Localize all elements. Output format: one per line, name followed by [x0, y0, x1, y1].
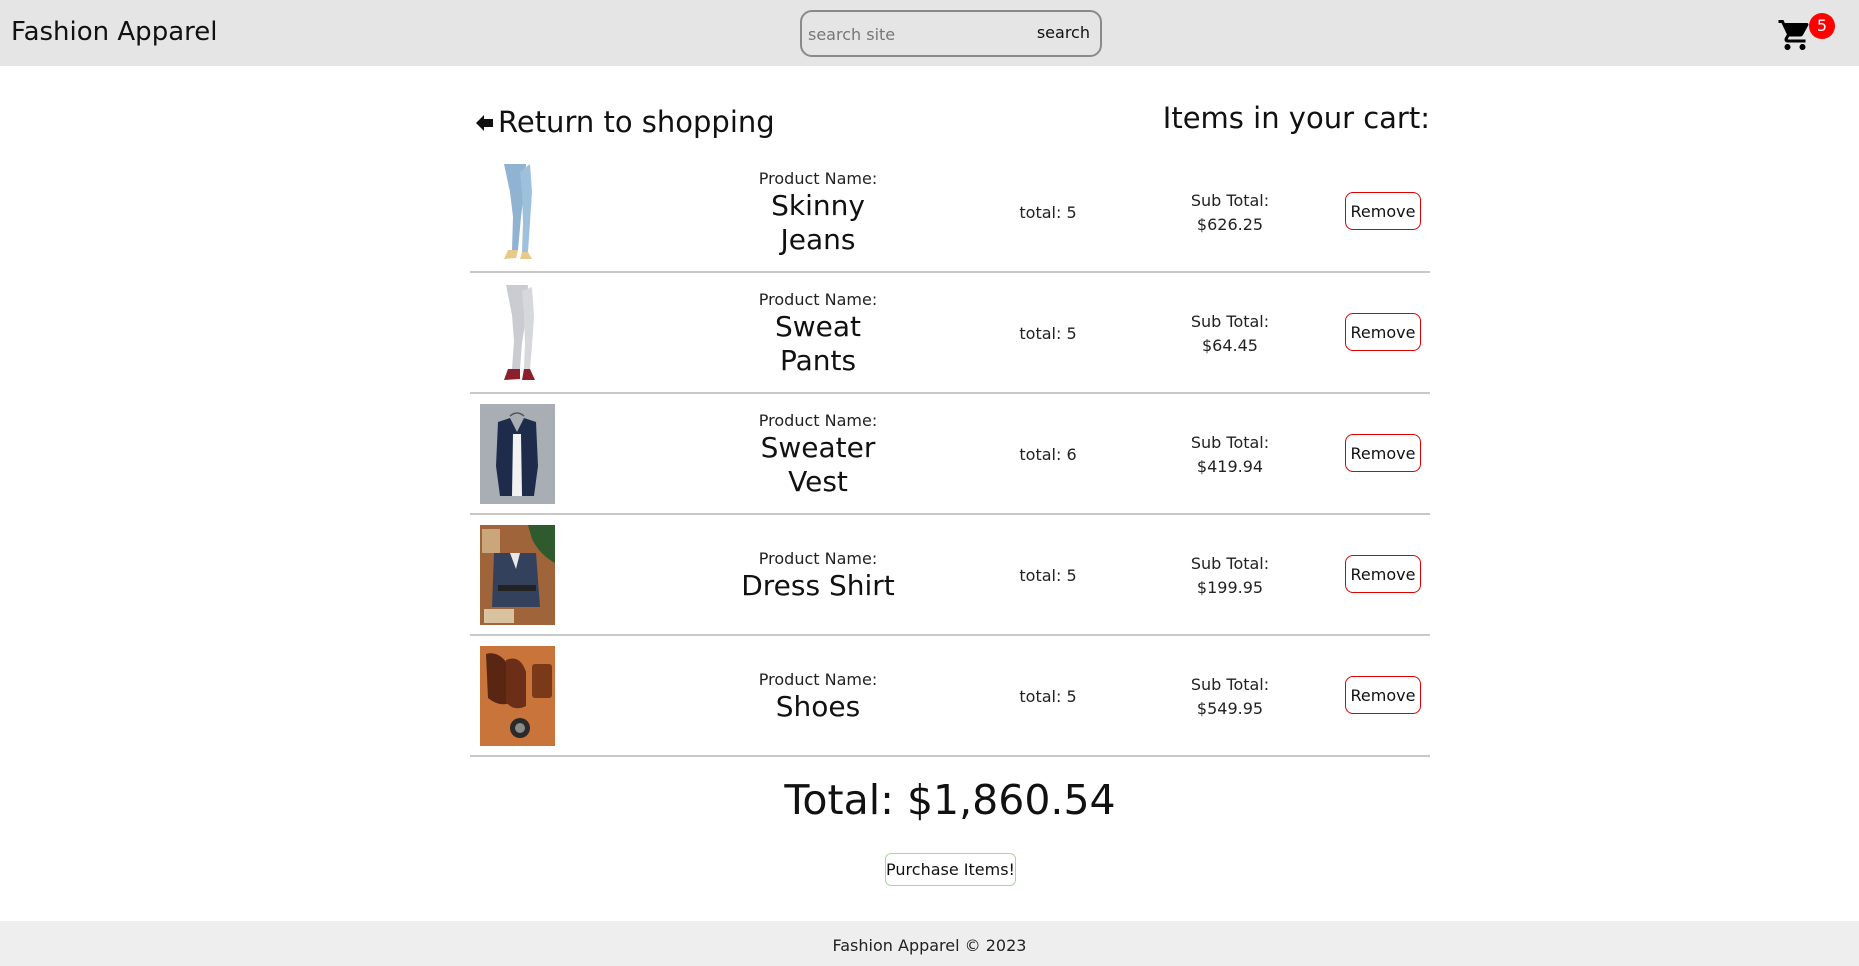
- product-name: Sweat Pants: [774, 309, 862, 377]
- sweater-vest-image: [480, 404, 555, 504]
- subtotal-label: Sub Total:: [1190, 674, 1270, 694]
- product-name: Skinny Jeans: [771, 188, 865, 256]
- remove-button[interactable]: Remove: [1345, 192, 1421, 230]
- product-name-label: Product Name:: [758, 168, 878, 188]
- subtotal-value: $419.94: [1196, 456, 1264, 476]
- subtotal-value: $626.25: [1196, 214, 1264, 234]
- arrow-left-icon: [476, 115, 493, 131]
- subtotal-label: Sub Total:: [1190, 311, 1270, 331]
- product-name: Shoes: [775, 689, 861, 723]
- subtotal-block: Sub Total: $549.95: [1140, 636, 1320, 757]
- subtotal-block: Sub Total: $64.45: [1140, 273, 1320, 394]
- remove-button[interactable]: Remove: [1345, 434, 1421, 472]
- cart-item-row: Product Name: Shoes total: 5 Sub Total: …: [470, 636, 1430, 757]
- cart-total: Total: $1,860.54: [784, 776, 1116, 824]
- remove-button[interactable]: Remove: [1345, 555, 1421, 593]
- return-label: Return to shopping: [498, 105, 775, 139]
- cart-item-row: Product Name: Skinny Jeans total: 5 Sub …: [470, 152, 1430, 273]
- product-name-block: Product Name: Dress Shirt: [686, 515, 950, 636]
- item-quantity: total: 5: [1019, 566, 1077, 585]
- purchase-button[interactable]: Purchase Items!: [885, 853, 1016, 886]
- cart-item-row: Product Name: Sweater Vest total: 6 Sub …: [470, 394, 1430, 515]
- search-input[interactable]: [808, 22, 1028, 46]
- subtotal-label: Sub Total:: [1190, 432, 1270, 452]
- product-name-block: Product Name: Skinny Jeans: [686, 152, 950, 273]
- product-name-block: Product Name: Sweater Vest: [686, 394, 950, 515]
- cart-count-badge: 5: [1809, 13, 1835, 39]
- skinny-jeans-image: [480, 162, 555, 262]
- sweat-pants-image: [480, 283, 555, 383]
- product-name-block: Product Name: Sweat Pants: [686, 273, 950, 394]
- subtotal-label: Sub Total:: [1190, 553, 1270, 573]
- subtotal-value: $64.45: [1202, 335, 1258, 355]
- shoes-image: [480, 646, 555, 746]
- subtotal-label: Sub Total:: [1190, 190, 1270, 210]
- search-button[interactable]: search: [1037, 23, 1090, 42]
- product-name-label: Product Name:: [758, 548, 878, 568]
- search-bar: search: [800, 10, 1102, 57]
- item-quantity: total: 5: [1019, 203, 1077, 222]
- product-name-label: Product Name:: [758, 669, 878, 689]
- item-quantity: total: 5: [1019, 687, 1077, 706]
- remove-button[interactable]: Remove: [1345, 313, 1421, 351]
- subtotal-block: Sub Total: $626.25: [1140, 152, 1320, 273]
- site-footer: Fashion Apparel © 2023: [0, 921, 1859, 966]
- cart-item-row: Product Name: Sweat Pants total: 5 Sub T…: [470, 273, 1430, 394]
- subtotal-block: Sub Total: $199.95: [1140, 515, 1320, 636]
- dress-shirt-image: [480, 525, 555, 625]
- product-name-label: Product Name:: [758, 410, 878, 430]
- brand-logo[interactable]: Fashion Apparel: [11, 17, 217, 47]
- subtotal-block: Sub Total: $419.94: [1140, 394, 1320, 515]
- product-name: Dress Shirt: [741, 568, 895, 602]
- subtotal-value: $549.95: [1196, 698, 1264, 718]
- product-name-label: Product Name:: [758, 289, 878, 309]
- subtotal-value: $199.95: [1196, 577, 1264, 597]
- cart-item-row: Product Name: Dress Shirt total: 5 Sub T…: [470, 515, 1430, 636]
- item-quantity: total: 5: [1019, 324, 1077, 343]
- cart-heading: Items in your cart:: [1162, 101, 1430, 135]
- item-quantity: total: 6: [1019, 445, 1077, 464]
- product-name-block: Product Name: Shoes: [686, 636, 950, 757]
- remove-button[interactable]: Remove: [1345, 676, 1421, 714]
- product-name: Sweater Vest: [760, 430, 876, 498]
- site-header: Fashion Apparel search 5: [0, 0, 1859, 66]
